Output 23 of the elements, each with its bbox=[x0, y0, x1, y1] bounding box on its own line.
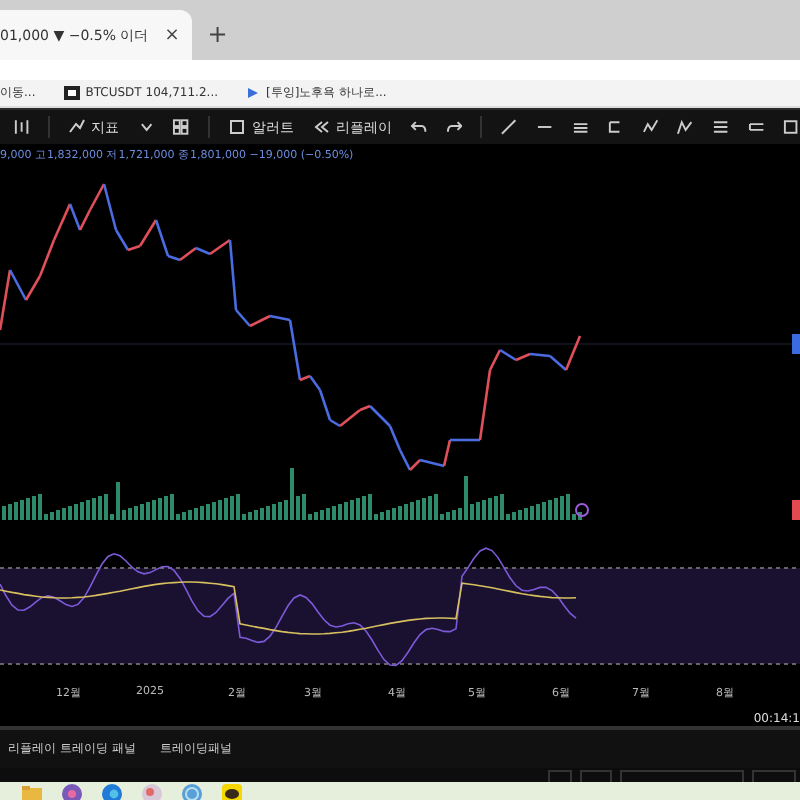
undo-icon[interactable] bbox=[409, 118, 428, 136]
browser-icon[interactable] bbox=[100, 782, 124, 800]
new-tab-button[interactable]: + bbox=[207, 20, 228, 48]
rectangle-icon[interactable] bbox=[782, 118, 800, 136]
price-marker bbox=[792, 334, 800, 354]
replay-icon[interactable] bbox=[311, 118, 330, 136]
bars-icon[interactable] bbox=[12, 118, 30, 136]
event-icon[interactable] bbox=[575, 503, 589, 517]
indicator-icon[interactable] bbox=[67, 118, 86, 136]
grid-icon[interactable] bbox=[172, 118, 190, 136]
range-icon[interactable] bbox=[747, 118, 765, 136]
chart-logo-icon[interactable] bbox=[63, 86, 80, 100]
trend-line-icon[interactable] bbox=[500, 118, 518, 136]
redo-icon[interactable] bbox=[445, 118, 463, 136]
close-icon[interactable]: × bbox=[164, 25, 180, 45]
volume-marker bbox=[792, 500, 800, 520]
app-icon[interactable] bbox=[60, 782, 84, 800]
channel-icon[interactable] bbox=[606, 118, 624, 136]
bookmark-icon[interactable] bbox=[246, 86, 261, 100]
app-icon[interactable] bbox=[140, 782, 164, 800]
chat-icon[interactable] bbox=[220, 782, 244, 800]
caret-icon[interactable] bbox=[137, 118, 155, 136]
lines-icon[interactable] bbox=[571, 118, 589, 136]
